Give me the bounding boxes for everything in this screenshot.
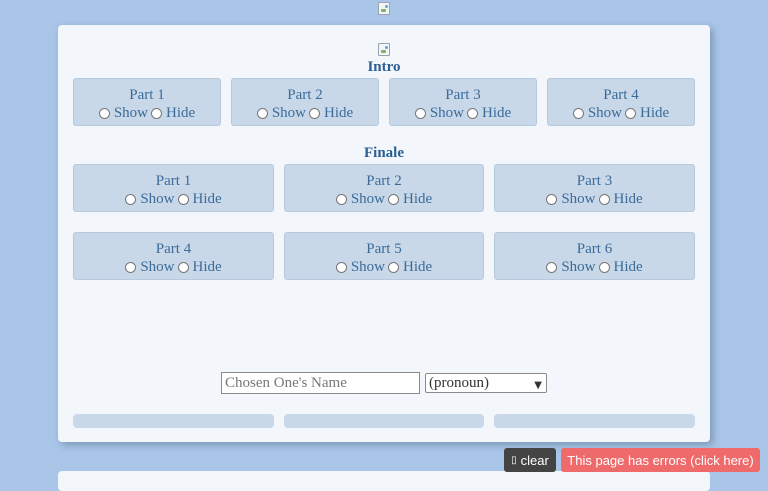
hide-radio[interactable]: Hide bbox=[467, 104, 511, 122]
intro-part-1: Part 1 Show Hide bbox=[73, 78, 221, 126]
part-label: Part 3 bbox=[445, 87, 481, 103]
intro-part-3: Part 3 Show Hide bbox=[389, 78, 537, 126]
clear-label: clear bbox=[520, 452, 549, 468]
chevron-down-icon: ▼ bbox=[534, 380, 542, 391]
show-radio[interactable]: Show bbox=[125, 258, 175, 276]
show-radio[interactable]: Show bbox=[256, 104, 306, 122]
finale-part-2: Part 2 Show Hide bbox=[284, 164, 484, 212]
finale-part-6: Part 6 Show Hide bbox=[494, 232, 695, 280]
part-label: Part 2 bbox=[366, 173, 402, 189]
hide-radio[interactable]: Hide bbox=[598, 190, 643, 208]
intro-heading: Intro bbox=[367, 59, 401, 75]
intro-part-4: Part 4 Show Hide bbox=[547, 78, 695, 126]
finale-heading: Finale bbox=[364, 145, 404, 161]
show-radio[interactable]: Show bbox=[335, 258, 385, 276]
finale-part-1: Part 1 Show Hide bbox=[73, 164, 274, 212]
output-bar bbox=[494, 414, 695, 428]
finale-part-5: Part 5 Show Hide bbox=[284, 232, 484, 280]
broken-image-icon bbox=[376, 41, 392, 57]
hide-radio[interactable]: Hide bbox=[177, 190, 222, 208]
part-label: Part 1 bbox=[129, 87, 165, 103]
part-label: Part 2 bbox=[287, 87, 323, 103]
pronoun-selected-value: (pronoun) bbox=[429, 375, 489, 391]
output-bar bbox=[73, 414, 274, 428]
output-bar bbox=[284, 414, 484, 428]
broken-image-icon bbox=[376, 0, 392, 16]
missing-glyph-icon: ▯ bbox=[511, 454, 517, 466]
secondary-panel bbox=[58, 471, 710, 491]
finale-part-3: Part 3 Show Hide bbox=[494, 164, 695, 212]
part-label: Part 4 bbox=[603, 87, 639, 103]
hide-radio[interactable]: Hide bbox=[388, 190, 432, 208]
show-radio[interactable]: Show bbox=[414, 104, 464, 122]
show-radio[interactable]: Show bbox=[125, 190, 175, 208]
show-radio[interactable]: Show bbox=[98, 104, 148, 122]
page-errors-button[interactable]: This page has errors (click here) bbox=[561, 448, 760, 472]
part-label: Part 4 bbox=[155, 241, 192, 257]
hide-radio[interactable]: Hide bbox=[625, 104, 669, 122]
show-radio[interactable]: Show bbox=[572, 104, 622, 122]
part-label: Part 6 bbox=[576, 241, 613, 257]
part-label: Part 5 bbox=[366, 241, 402, 257]
part-label: Part 3 bbox=[576, 173, 613, 189]
show-radio[interactable]: Show bbox=[546, 190, 596, 208]
finale-part-4: Part 4 Show Hide bbox=[73, 232, 274, 280]
main-panel: Intro Part 1 Show Hide Part 2 Show Hide … bbox=[58, 25, 710, 442]
part-label: Part 1 bbox=[155, 173, 192, 189]
show-radio[interactable]: Show bbox=[335, 190, 385, 208]
hide-radio[interactable]: Hide bbox=[177, 258, 222, 276]
hide-radio[interactable]: Hide bbox=[598, 258, 643, 276]
chosen-one-name-input[interactable]: Chosen One's Name bbox=[221, 372, 420, 394]
hide-radio[interactable]: Hide bbox=[151, 104, 195, 122]
intro-part-2: Part 2 Show Hide bbox=[231, 78, 379, 126]
show-radio[interactable]: Show bbox=[546, 258, 596, 276]
pronoun-select[interactable]: (pronoun) ▼ bbox=[425, 373, 547, 393]
hide-radio[interactable]: Hide bbox=[309, 104, 353, 122]
hide-radio[interactable]: Hide bbox=[388, 258, 432, 276]
clear-button[interactable]: ▯ clear bbox=[504, 448, 556, 472]
